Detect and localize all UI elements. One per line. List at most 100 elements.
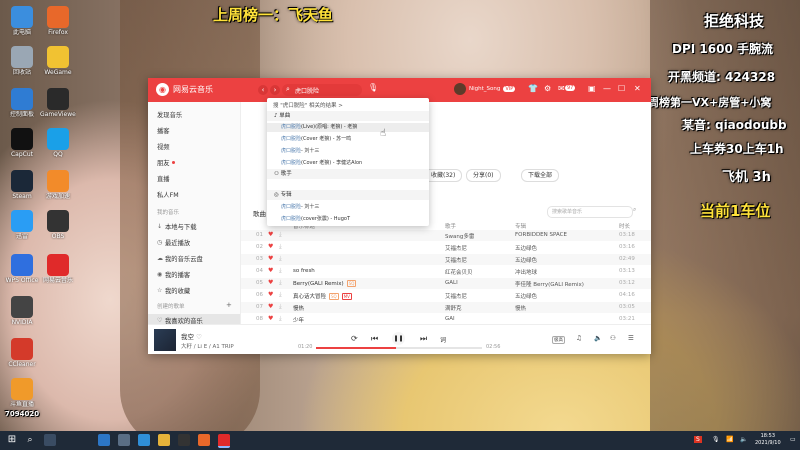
taskbar-app-icon[interactable] bbox=[138, 434, 150, 446]
desktop-icon[interactable]: Steam bbox=[4, 170, 40, 200]
download-icon[interactable]: ⤓ bbox=[279, 279, 282, 287]
song-artist[interactable]: 艾福杰尼 bbox=[445, 292, 515, 300]
taskbar-folder-icon[interactable] bbox=[158, 434, 170, 446]
song-title[interactable]: so fresh bbox=[293, 268, 423, 274]
song-artist[interactable]: 满舒克 bbox=[445, 304, 515, 312]
like-icon[interactable]: ♡ bbox=[196, 333, 202, 341]
minimize-icon[interactable]: — bbox=[603, 84, 611, 93]
playlist-icon[interactable]: ☰ bbox=[628, 334, 634, 342]
mic-icon[interactable]: 🎙 bbox=[368, 83, 378, 92]
tab-songs[interactable]: 歌曲 bbox=[253, 208, 266, 218]
download-icon[interactable]: ⤓ bbox=[279, 267, 282, 275]
heart-icon[interactable]: ♥ bbox=[268, 243, 273, 250]
desktop-icon[interactable]: GameViewer bbox=[40, 88, 76, 118]
pause-button[interactable]: ❚❚ bbox=[392, 332, 405, 345]
system-clock[interactable]: 18:53 2021/9/10 bbox=[755, 433, 781, 447]
download-icon[interactable]: ⤓ bbox=[279, 303, 282, 311]
desktop-icon[interactable]: 网易云音乐 bbox=[40, 254, 76, 284]
song-title[interactable]: 慢热 bbox=[293, 304, 423, 312]
desktop-icon[interactable]: WPS Office bbox=[4, 254, 40, 284]
previous-icon[interactable]: ⏮ bbox=[371, 334, 378, 344]
download-all-button[interactable]: 下载全部 bbox=[521, 169, 560, 182]
playlist-search-input[interactable]: 搜索歌单音乐 bbox=[547, 206, 633, 218]
desktop-icon[interactable]: NVIDIA bbox=[4, 296, 40, 326]
windows-start-icon[interactable]: ⊞ bbox=[6, 434, 18, 446]
listen-together-icon[interactable]: ⚇ bbox=[610, 334, 616, 342]
mail-icon[interactable]: ✉ bbox=[558, 84, 565, 93]
volume-icon[interactable]: 🔈 bbox=[594, 334, 602, 342]
sound-effect-icon[interactable]: ♫ bbox=[576, 334, 582, 342]
heart-icon[interactable]: ♥ bbox=[268, 303, 273, 310]
song-title[interactable]: 少年 bbox=[293, 316, 423, 324]
song-album[interactable]: 慢热 bbox=[515, 304, 610, 312]
download-icon[interactable]: ⤓ bbox=[279, 255, 282, 263]
mv-badge[interactable]: MV bbox=[341, 293, 352, 300]
song-album[interactable]: 五边绿色 bbox=[515, 292, 610, 300]
song-artist[interactable]: 红花会贝贝 bbox=[445, 268, 515, 276]
lyrics-icon[interactable]: 词 bbox=[440, 335, 446, 344]
sidebar-item-podcast[interactable]: 播客 bbox=[157, 126, 170, 135]
suggestion-song[interactable]: 虎口脱险(Cover 老狼) - 苏一鸣 bbox=[281, 135, 351, 142]
heart-icon[interactable]: ♥ bbox=[268, 291, 273, 298]
song-title[interactable]: Berry(GALI Remix) SQ bbox=[293, 280, 423, 287]
now-playing-artist[interactable]: 大籽 / Li E / A1 TRIP bbox=[181, 342, 234, 350]
desktop-icon[interactable]: Firefox bbox=[40, 6, 76, 36]
sidebar-item-live[interactable]: 直播 bbox=[157, 174, 170, 183]
next-icon[interactable]: ⏭ bbox=[420, 334, 427, 344]
heart-icon[interactable]: ♥ bbox=[268, 255, 273, 262]
suggestion-album[interactable]: 虎口脱险(cover张震) - HugoT bbox=[281, 215, 350, 222]
album-cover[interactable] bbox=[154, 329, 176, 351]
desktop-icon[interactable]: WeGame bbox=[40, 46, 76, 76]
song-album[interactable]: 五边绿色 bbox=[515, 244, 610, 252]
sidebar-item-my-podcast[interactable]: ◉ 我的播客 bbox=[157, 270, 190, 279]
sidebar-item-video[interactable]: 视频 bbox=[157, 142, 170, 151]
close-icon[interactable]: ✕ bbox=[634, 84, 641, 93]
suggestion-album[interactable]: 虎口脱险- 刘十三 bbox=[281, 203, 319, 210]
desktop-icon[interactable]: 控制面板 bbox=[4, 88, 40, 118]
task-view-icon[interactable] bbox=[44, 434, 56, 446]
tray-volume-icon[interactable]: 🔈 bbox=[740, 436, 747, 443]
maximize-icon[interactable]: ☐ bbox=[618, 84, 625, 93]
song-artist[interactable]: 艾福杰尼 bbox=[445, 244, 515, 252]
user-profile[interactable]: Night_Song VIP bbox=[454, 83, 516, 95]
desktop-icon[interactable]: 回收站 bbox=[4, 46, 40, 76]
suggestion-song[interactable]: 虎口脱险- 刘十三 bbox=[281, 147, 319, 154]
desktop-icon[interactable]: QQ bbox=[40, 128, 76, 158]
table-row[interactable]: 04 ♥ ⤓ so fresh 红花会贝贝 冲出地球 03:13 bbox=[241, 266, 651, 277]
download-icon[interactable]: ⤓ bbox=[279, 231, 282, 239]
heart-icon[interactable]: ♥ bbox=[268, 315, 273, 322]
table-row[interactable]: 05 ♥ ⤓ Berry(GALI Remix) SQ GALI 李佳隆 Berry(GAL… bbox=[241, 278, 651, 289]
suggestion-song[interactable]: 虎口脱险(Live)(原唱: 老狼) - 老狼 bbox=[267, 123, 429, 132]
sidebar-item-favorites[interactable]: ☆ 我的收藏 bbox=[157, 286, 190, 295]
now-playing-title[interactable]: 我空 ♡ bbox=[181, 331, 202, 341]
taskbar-app-icon[interactable] bbox=[178, 434, 190, 446]
song-title[interactable]: 真心话大冒险 SQ MV bbox=[293, 292, 423, 300]
table-row[interactable]: 07 ♥ ⤓ 慢热 满舒克 慢热 03:05 bbox=[241, 302, 651, 313]
mini-mode-icon[interactable]: ▣ bbox=[588, 84, 596, 93]
tray-network-icon[interactable]: 📶 bbox=[726, 436, 733, 443]
search-box[interactable]: ⌕ bbox=[282, 84, 362, 96]
quality-icon[interactable]: 极高 bbox=[552, 336, 565, 344]
song-artist[interactable]: Swang多雷 bbox=[445, 232, 515, 240]
song-album[interactable]: 五边绿色 bbox=[515, 256, 610, 264]
heart-icon[interactable]: ♥ bbox=[268, 279, 273, 286]
back-arrow-icon[interactable]: ‹ bbox=[258, 85, 268, 95]
song-artist[interactable]: GALI bbox=[445, 280, 515, 286]
search-all-link[interactable]: 搜 "虎口脱险" 相关的结果 > bbox=[273, 101, 343, 109]
song-album[interactable]: 李佳隆 Berry(GALI Remix) bbox=[515, 280, 610, 288]
taskbar-firefox-icon[interactable] bbox=[198, 434, 210, 446]
app-logo[interactable]: ◉ 网易云音乐 bbox=[156, 83, 213, 96]
download-icon[interactable]: ⤓ bbox=[279, 243, 282, 251]
taskbar-netease-icon[interactable] bbox=[218, 434, 230, 448]
download-icon[interactable]: ⤓ bbox=[279, 315, 282, 323]
table-row[interactable]: 01 ♥ ⤓ Swang多雷 FORBIDDEN SPACE 03:18 bbox=[241, 230, 651, 241]
sidebar-item-friends[interactable]: 朋友 bbox=[157, 158, 175, 167]
desktop-icon[interactable]: 迅雷 bbox=[4, 210, 40, 240]
desktop-icon[interactable]: CCleaner bbox=[4, 338, 40, 368]
desktop-icon[interactable]: CapCut bbox=[4, 128, 40, 158]
sidebar-item-discover[interactable]: 发现音乐 bbox=[157, 110, 182, 119]
shirt-icon[interactable]: 👕 bbox=[528, 84, 538, 93]
share-button[interactable]: 分享(0) bbox=[466, 169, 501, 182]
column-album[interactable]: 专辑 bbox=[515, 222, 526, 230]
desktop-icon[interactable]: 斗鱼直播 bbox=[4, 378, 40, 408]
